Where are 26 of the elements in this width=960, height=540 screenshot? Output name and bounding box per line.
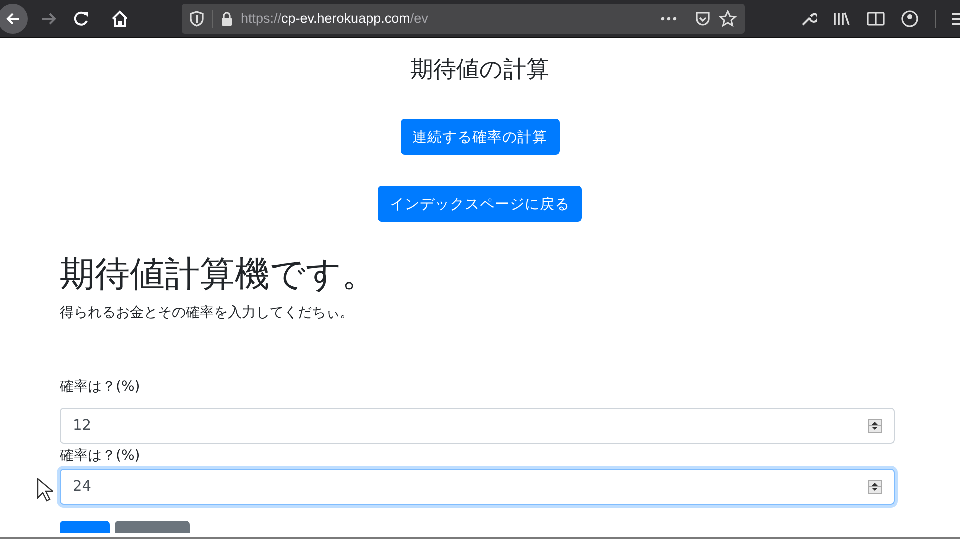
spinner-icon[interactable] xyxy=(868,480,882,494)
back-arrow-icon xyxy=(5,10,21,26)
nav-button[interactable]: インデックスページに戻る xyxy=(378,186,582,222)
library-icon[interactable] xyxy=(833,10,851,26)
shield-icon xyxy=(190,10,204,26)
mouse-pointer-icon xyxy=(37,478,53,502)
number-field[interactable]: 12 xyxy=(60,408,895,444)
spinner-icon[interactable] xyxy=(868,419,882,433)
url-text: https://cp-ev.herokuapp.com/ev xyxy=(241,11,430,26)
star-icon[interactable] xyxy=(719,10,737,28)
heading: 期待値計算機です。 xyxy=(60,254,378,296)
page-title: 期待値の計算 xyxy=(410,56,550,85)
address-bar[interactable]: https://cp-ev.herokuapp.com/ev xyxy=(182,4,745,34)
lock-icon xyxy=(221,12,233,26)
description: 得られるお金とその確率を入力してくだちぃ。 xyxy=(60,304,355,322)
back-button[interactable] xyxy=(0,4,28,34)
home-icon[interactable] xyxy=(110,8,130,28)
pocket-icon[interactable] xyxy=(695,10,711,26)
field-label: 確率は？(%) xyxy=(60,447,142,465)
nav-button[interactable]: 連続する確率の計算 xyxy=(400,119,560,155)
account-icon[interactable] xyxy=(901,10,919,28)
number-field[interactable]: 24 xyxy=(60,469,895,505)
field-label: 確率は？(%) xyxy=(60,378,142,396)
menu-icon[interactable] xyxy=(952,12,960,26)
reader-icon[interactable] xyxy=(867,10,885,26)
more-icon[interactable] xyxy=(661,16,677,20)
